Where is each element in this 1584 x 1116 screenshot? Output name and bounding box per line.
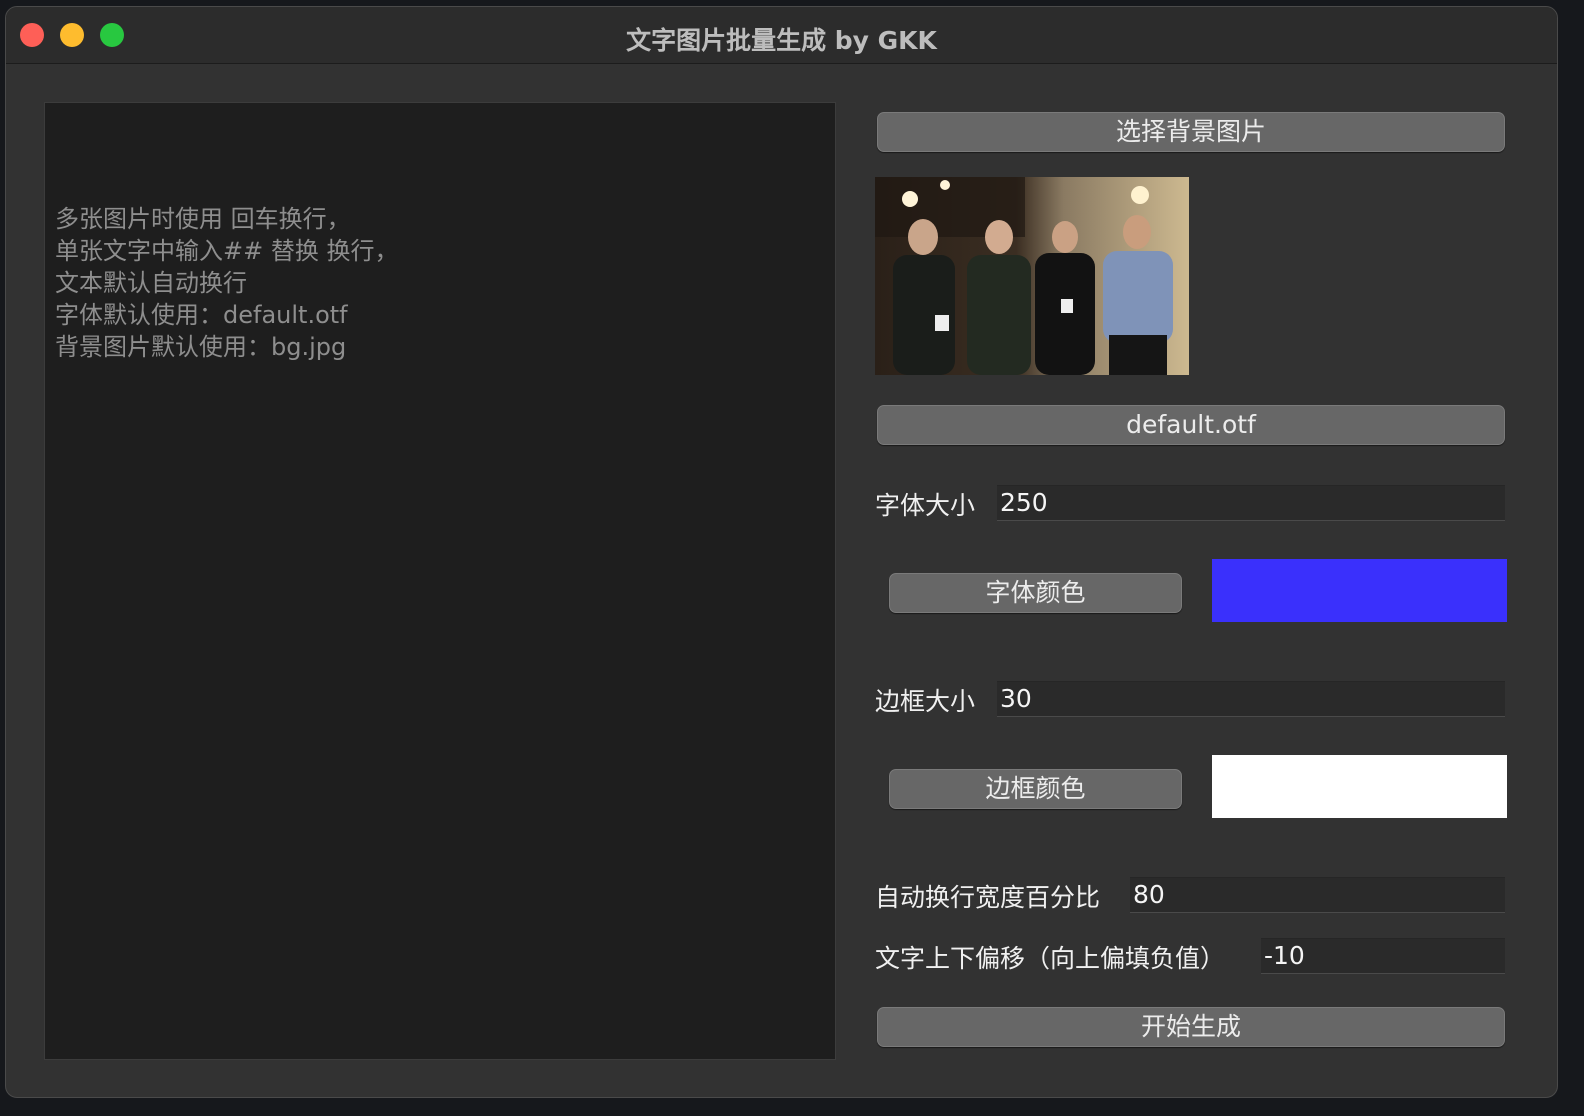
border-color-button[interactable]: 边框颜色: [889, 769, 1182, 809]
font-size-label: 字体大小: [875, 491, 976, 520]
border-size-input[interactable]: 30: [997, 681, 1505, 717]
choose-background-button[interactable]: 选择背景图片: [877, 112, 1505, 152]
vertical-offset-label: 文字上下偏移（向上偏填负值）: [875, 944, 1226, 973]
vertical-offset-input[interactable]: -10: [1261, 938, 1505, 974]
border-size-label: 边框大小: [875, 687, 976, 716]
border-color-swatch: [1212, 755, 1507, 818]
wrap-width-input[interactable]: 80: [1130, 877, 1505, 913]
window-title: 文字图片批量生成 by GKK: [626, 26, 937, 55]
text-input-area[interactable]: 多张图片时使用 回车换行， 单张文字中输入## 替换 换行， 文本默认自动换行 …: [44, 102, 836, 1060]
font-color-button[interactable]: 字体颜色: [889, 573, 1182, 613]
font-size-input[interactable]: 250: [997, 485, 1505, 521]
font-file-button[interactable]: default.otf: [877, 405, 1505, 445]
start-generate-button[interactable]: 开始生成: [877, 1007, 1505, 1047]
title-bar: 文字图片批量生成 by GKK: [6, 7, 1557, 64]
font-color-swatch: [1212, 559, 1507, 622]
app-window: 文字图片批量生成 by GKK 多张图片时使用 回车换行， 单张文字中输入## …: [5, 6, 1558, 1098]
background-image-preview: [875, 177, 1189, 375]
wrap-width-label: 自动换行宽度百分比: [875, 883, 1101, 912]
